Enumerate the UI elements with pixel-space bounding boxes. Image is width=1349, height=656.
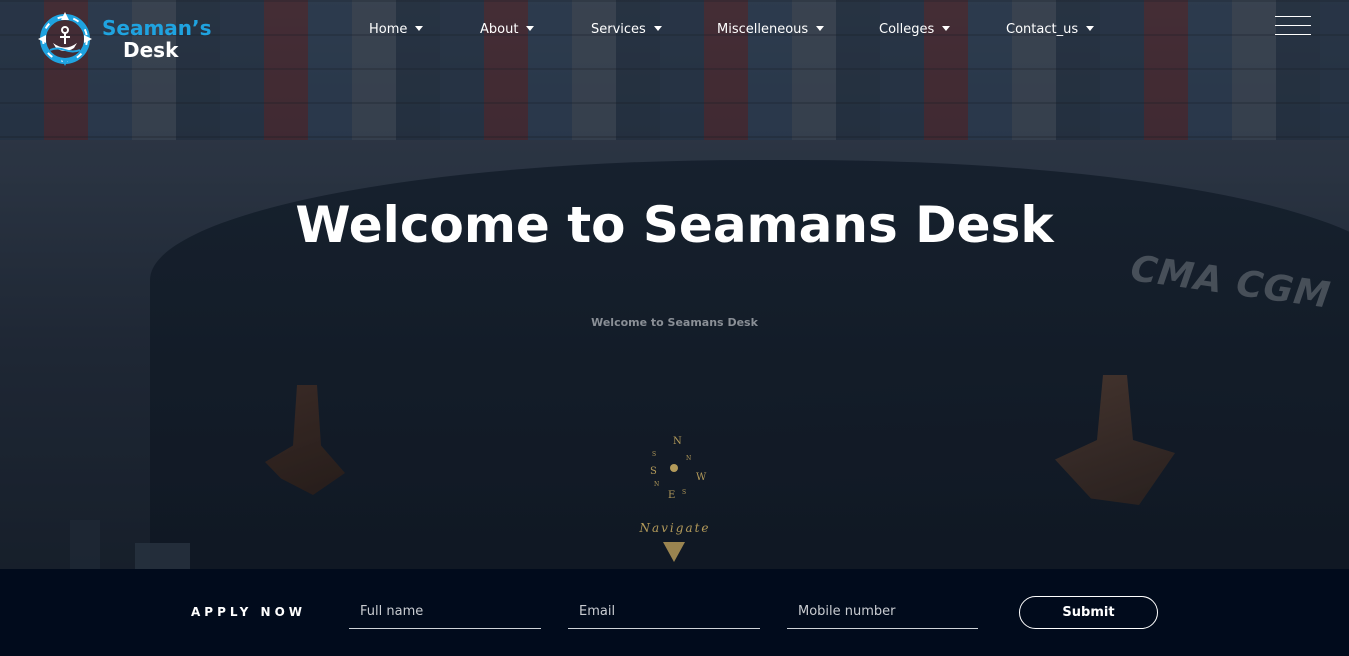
- chevron-down-icon: [1086, 26, 1095, 31]
- nav-item-services[interactable]: Services: [591, 22, 662, 37]
- chevron-down-icon: [816, 26, 825, 31]
- compass-icon: N S W E S N N S: [640, 432, 716, 508]
- hero-title: Welcome to Seamans Desk: [295, 196, 1054, 254]
- nav-item-label: Miscelleneous: [717, 22, 809, 37]
- svg-text:S: S: [652, 451, 656, 458]
- navigate-link[interactable]: Navigate: [620, 521, 730, 535]
- nav-item-label: Home: [369, 22, 408, 37]
- chevron-down-icon: [526, 26, 535, 31]
- main-nav: Home About Services Miscelleneous Colleg…: [0, 22, 1349, 42]
- nav-item-label: Services: [591, 22, 646, 37]
- apply-now-label: APPLY NOW: [191, 605, 307, 619]
- nav-item-label: About: [480, 22, 519, 37]
- nav-item-colleges[interactable]: Colleges: [879, 22, 951, 37]
- apply-now-bar: APPLY NOW Submit: [0, 569, 1349, 656]
- nav-item-home[interactable]: Home: [369, 22, 424, 37]
- chevron-down-icon: [653, 26, 662, 31]
- nav-item-label: Contact_us: [1006, 22, 1079, 37]
- email-input[interactable]: [568, 595, 760, 629]
- hamburger-menu-icon[interactable]: [1275, 16, 1311, 36]
- compass-w: W: [696, 472, 707, 483]
- compass-e: E: [668, 490, 675, 501]
- svg-text:N: N: [654, 481, 659, 488]
- full-name-input[interactable]: [349, 595, 541, 629]
- nav-item-contact-us[interactable]: Contact_us: [1006, 22, 1095, 37]
- nav-item-label: Colleges: [879, 22, 935, 37]
- hero-section: CMA CGM Seaman’s Desk Home About Service…: [0, 0, 1349, 569]
- mobile-number-input[interactable]: [787, 595, 978, 629]
- compass-n: N: [673, 436, 682, 447]
- nav-item-miscelleneous[interactable]: Miscelleneous: [717, 22, 825, 37]
- compass-s: S: [650, 466, 657, 477]
- arrow-down-icon[interactable]: [663, 542, 685, 562]
- svg-text:N: N: [686, 455, 691, 462]
- chevron-down-icon: [415, 26, 424, 31]
- brand-name-line2: Desk: [123, 38, 179, 62]
- svg-text:S: S: [682, 489, 686, 496]
- hero-subtitle: Welcome to Seamans Desk: [591, 316, 758, 329]
- submit-button[interactable]: Submit: [1019, 596, 1158, 629]
- chevron-down-icon: [942, 26, 951, 31]
- nav-item-about[interactable]: About: [480, 22, 535, 37]
